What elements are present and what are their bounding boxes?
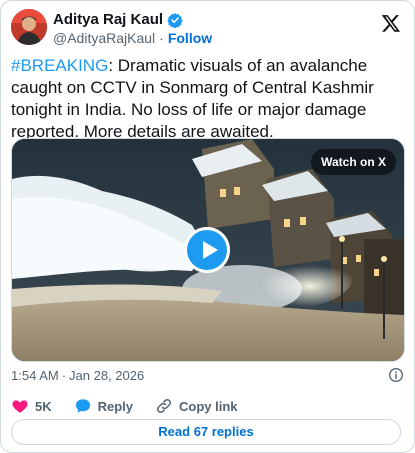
tweet-time[interactable]: 1:54 AM	[11, 368, 59, 383]
tweet-date[interactable]: Jan 28, 2026	[69, 368, 144, 383]
avatar[interactable]	[11, 9, 47, 45]
tweet-header: Aditya Raj Kaul @AdityaRajKaul · Follow	[11, 7, 405, 47]
tweet-card: Aditya Raj Kaul @AdityaRajKaul · Follow #B…	[0, 0, 415, 453]
timestamp[interactable]: 1:54 AM · Jan 28, 2026	[11, 367, 144, 385]
like-button[interactable]: 5K	[11, 397, 52, 415]
play-icon[interactable]	[184, 227, 230, 273]
reply-bubble-icon	[75, 399, 90, 413]
follow-button[interactable]: Follow	[168, 30, 212, 46]
handle[interactable]: @AdityaRajKaul	[53, 30, 155, 46]
action-bar: 5K Reply Copy link	[11, 396, 260, 416]
display-name[interactable]: Aditya Raj Kaul	[53, 11, 163, 29]
like-count: 5K	[35, 398, 52, 414]
hashtag-link[interactable]: #BREAKING	[11, 56, 108, 75]
reply-button[interactable]: Reply	[74, 397, 133, 415]
separator-dot: ·	[61, 368, 67, 383]
info-icon[interactable]	[388, 367, 404, 383]
reply-label: Reply	[97, 398, 134, 414]
video-player[interactable]: Watch on X	[11, 138, 405, 362]
link-icon	[157, 398, 172, 414]
copy-link-button[interactable]: Copy link	[155, 397, 238, 415]
x-logo-icon[interactable]	[381, 13, 401, 33]
copy-link-label: Copy link	[179, 398, 238, 414]
watch-on-x-button[interactable]: Watch on X	[311, 149, 396, 175]
heart-icon	[12, 400, 28, 413]
read-replies-button[interactable]: Read 67 replies	[11, 419, 401, 445]
verified-badge-icon	[167, 13, 183, 28]
separator-dot: ·	[159, 30, 164, 46]
tweet-text: #BREAKING: Dramatic visuals of an avalan…	[11, 55, 407, 143]
